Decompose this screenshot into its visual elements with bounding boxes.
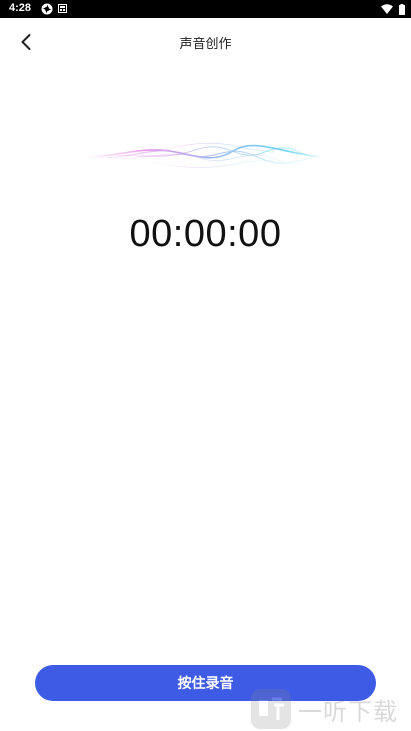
page-title: 声音创作 <box>179 37 232 52</box>
wifi-icon <box>381 4 393 14</box>
record-button-label: 按住录音 <box>177 676 234 692</box>
hold-to-record-button[interactable]: 按住录音 <box>35 665 376 701</box>
status-time: 4:28 <box>9 2 32 14</box>
recording-screen: 4:28 声音创作 00:00:00 按住录音 一听下载 <box>0 0 411 731</box>
status-icons <box>381 2 405 16</box>
sim-icon <box>58 4 67 13</box>
app-bar: 声音创作 <box>0 18 411 66</box>
sync-icon <box>41 3 53 15</box>
recording-timer: 00:00:00 <box>129 213 282 255</box>
status-bar: 4:28 <box>0 0 411 18</box>
battery-icon <box>399 3 405 15</box>
waveform-graphic <box>86 142 324 168</box>
